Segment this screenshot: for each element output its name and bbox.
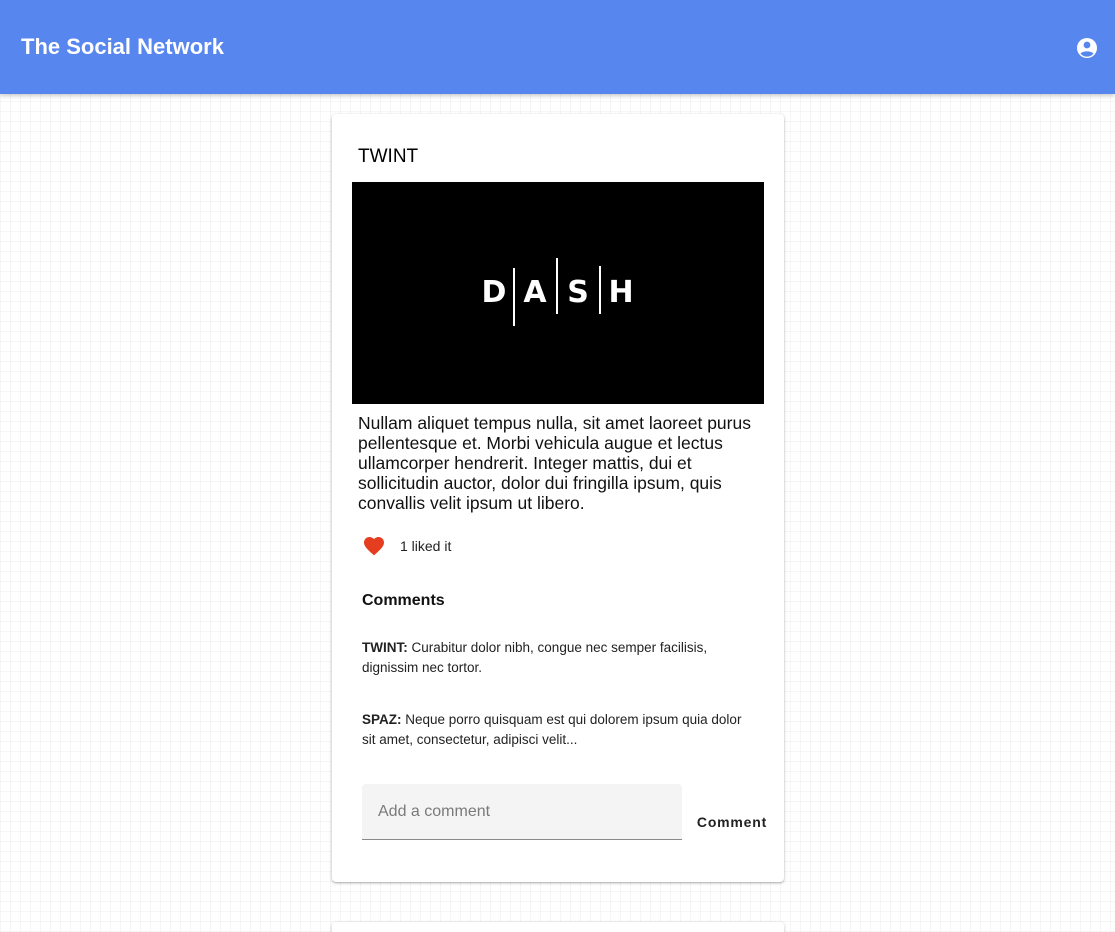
logo-letter: H [608,275,634,310]
logo-divider [513,268,515,326]
post-image: D A S H [352,182,764,404]
like-row: 1 liked it [362,534,562,558]
heart-icon[interactable] [362,534,386,558]
logo-letter: D [481,275,507,310]
logo-divider [599,266,601,314]
logo-divider [556,258,558,314]
logo-letter: S [567,275,589,310]
comment-input[interactable] [362,784,682,839]
comment-text: Curabitur dolor nibh, congue nec semper … [362,640,708,675]
comment-text: Neque porro quisquam est qui dolorem ips… [362,712,742,747]
like-count: 1 liked it [400,538,452,554]
app-bar: The Social Network [0,0,1115,94]
comment-item: TWINT: Curabitur dolor nibh, congue nec … [362,638,750,678]
logo-letter: A [523,275,547,310]
comment-author: TWINT: [362,640,408,655]
comment-author: SPAZ: [362,712,402,727]
dash-logo: D A S H [480,258,636,328]
app-title: The Social Network [21,34,224,59]
post-body: Nullam aliquet tempus nulla, sit amet la… [358,413,751,513]
next-post-card [332,922,784,932]
account-circle-icon[interactable] [1075,36,1099,60]
comment-item: SPAZ: Neque porro quisquam est qui dolor… [362,710,750,750]
comment-button[interactable]: Comment [690,808,774,836]
comments-heading: Comments [362,592,445,609]
post-card: TWINT D A S H Nullam aliquet tempus null… [332,114,784,882]
comment-field [362,784,682,840]
post-author: TWINT [358,146,419,167]
